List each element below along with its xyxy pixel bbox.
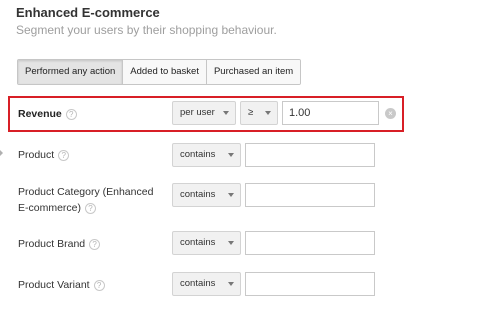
tab-performed-any-action[interactable]: Performed any action — [18, 60, 123, 84]
product-variant-operator-select[interactable]: contains — [172, 272, 241, 296]
section-title: Enhanced E-commerce — [16, 5, 160, 20]
filter-label-product-category: Product Category (Enhanced E-commerce)? — [18, 186, 154, 214]
filter-label-product-brand: Product Brand? — [18, 236, 101, 252]
filter-label-product: Product? — [18, 147, 70, 163]
help-icon[interactable]: ? — [65, 109, 77, 120]
product-variant-operator-value: contains — [180, 278, 216, 289]
product-operator-select[interactable]: contains — [172, 143, 241, 167]
chevron-down-icon — [228, 193, 234, 197]
chevron-down-icon — [265, 111, 271, 115]
revenue-scope-select[interactable]: per user — [172, 101, 236, 125]
product-category-operator-value: contains — [180, 189, 216, 200]
tab-added-to-basket[interactable]: Added to basket — [122, 60, 206, 84]
product-brand-value-input[interactable] — [245, 231, 375, 255]
product-category-operator-select[interactable]: contains — [172, 183, 241, 207]
clear-icon[interactable]: × — [385, 108, 396, 119]
section-subtitle: Segment your users by their shopping beh… — [16, 23, 277, 37]
filter-label-revenue: Revenue? — [18, 106, 77, 122]
help-icon[interactable]: ? — [89, 239, 101, 250]
collapse-arrow-icon — [0, 150, 3, 156]
filter-label-product-variant: Product Variant? — [18, 277, 105, 293]
revenue-operator-value: ≥ — [248, 107, 254, 118]
chevron-down-icon — [228, 282, 234, 286]
revenue-operator-select[interactable]: ≥ — [240, 101, 278, 125]
chevron-down-icon — [228, 241, 234, 245]
help-icon[interactable]: ? — [58, 150, 70, 161]
revenue-scope-value: per user — [180, 107, 215, 118]
action-tabs: Performed any action Added to basket Pur… — [17, 59, 302, 85]
help-icon[interactable]: ? — [85, 203, 97, 214]
product-value-input[interactable] — [245, 143, 375, 167]
product-brand-operator-select[interactable]: contains — [172, 231, 241, 255]
chevron-down-icon — [223, 111, 229, 115]
revenue-value-input[interactable]: 1.00 — [282, 101, 379, 125]
help-icon[interactable]: ? — [93, 280, 105, 291]
tab-purchased-an-item[interactable]: Purchased an item — [205, 60, 301, 84]
product-category-value-input[interactable] — [245, 183, 375, 207]
chevron-down-icon — [228, 153, 234, 157]
product-variant-value-input[interactable] — [245, 272, 375, 296]
product-operator-value: contains — [180, 149, 216, 160]
product-brand-operator-value: contains — [180, 237, 216, 248]
